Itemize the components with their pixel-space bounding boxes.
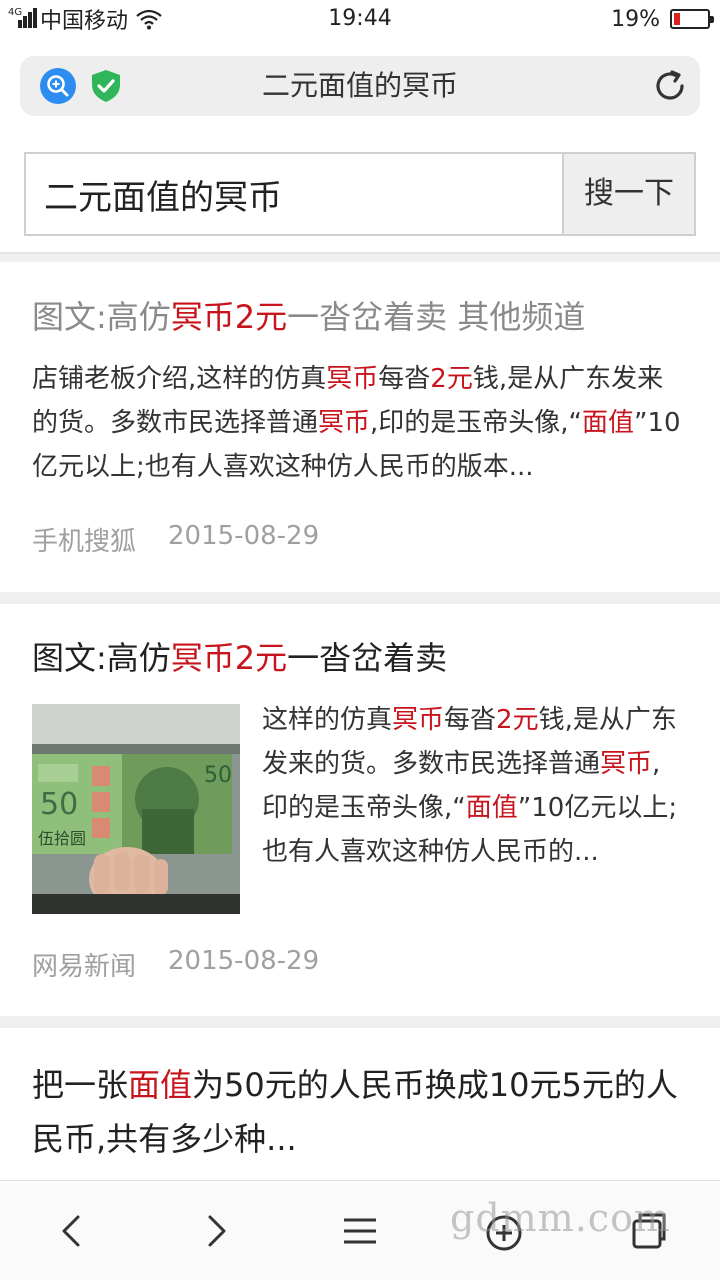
result-snippet: 店铺老板介绍,这样的仿真冥币每沓2元钱,是从广东发来的货。多数市民选择普通冥币,… (32, 364, 681, 482)
battery-percent: 19% (611, 6, 660, 32)
result-title[interactable]: 图文:高仿冥币2元一沓岔着卖 (32, 636, 692, 680)
search-button[interactable]: 搜一下 (562, 154, 694, 234)
refresh-icon[interactable] (652, 68, 688, 104)
svg-text:50: 50 (204, 763, 232, 788)
search-form: 搜一下 (24, 152, 696, 236)
status-bar: 4G 中国移动 19:44 19% (0, 0, 720, 38)
result-meta: 网易新闻 2015-08-29 (32, 946, 319, 983)
divider (0, 592, 720, 604)
result-date: 2015-08-29 (168, 946, 320, 976)
address-bar[interactable]: 二元面值的冥币 (20, 56, 700, 116)
back-arrow-icon[interactable] (50, 1209, 94, 1253)
address-title[interactable]: 二元面值的冥币 (140, 56, 580, 116)
result-source: 网易新闻 (32, 952, 137, 982)
result-title[interactable]: 把一张面值为50元的人民币换成10元5元的人民币,共有多少种... (32, 1058, 692, 1166)
svg-text:伍拾圆: 伍拾圆 (38, 829, 86, 848)
result-meta: 手机搜狐 2015-08-29 (32, 521, 319, 558)
search-zoom-icon[interactable] (40, 68, 76, 104)
search-input[interactable] (26, 154, 564, 234)
result-source: 手机搜狐 (32, 527, 137, 557)
menu-icon[interactable] (338, 1209, 382, 1253)
result-title[interactable]: 图文:高仿冥币2元一沓岔着卖 其他频道 (32, 295, 692, 339)
battery-fill (674, 13, 681, 25)
banknote-image: 50 伍拾圆 50 (32, 704, 240, 914)
result-date: 2015-08-29 (168, 521, 320, 551)
battery-icon (670, 9, 714, 29)
forward-arrow-icon[interactable] (194, 1209, 238, 1253)
battery-group: 19% (611, 4, 714, 34)
divider (0, 252, 720, 262)
watermark: gdmm.com (450, 1196, 671, 1240)
result-snippet: 这样的仿真冥币每沓2元钱,是从广东发来的货。多数市民选择普通冥币,印的是玉帝头像… (262, 705, 678, 867)
svg-text:50: 50 (40, 787, 78, 822)
divider (0, 1016, 720, 1028)
result-thumbnail[interactable]: 50 伍拾圆 50 (32, 704, 240, 914)
shield-check-icon[interactable] (88, 68, 124, 104)
